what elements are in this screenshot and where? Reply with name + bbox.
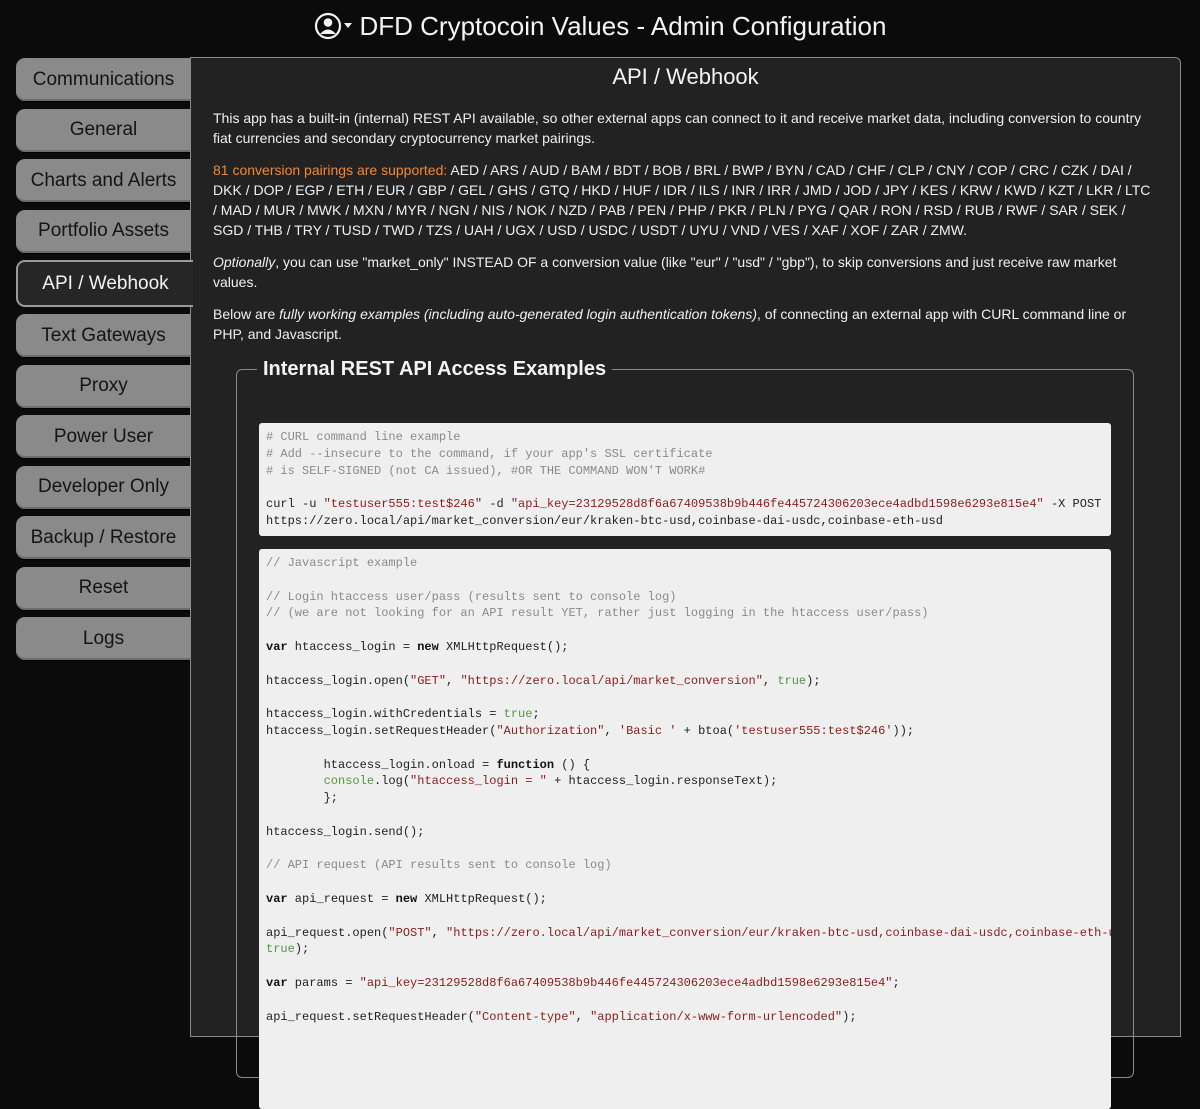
code-comment: // API request (API results sent to cons… bbox=[266, 858, 612, 873]
code-text: , bbox=[762, 673, 778, 688]
code-text: , bbox=[575, 1009, 591, 1024]
code-text: + htaccess_login.responseText); bbox=[546, 774, 778, 789]
code-text: , bbox=[446, 673, 461, 688]
sidebar-item-reset[interactable]: Reset bbox=[16, 566, 191, 610]
code-text: api_request.open( bbox=[266, 925, 389, 940]
sidebar-item-charts-and-alerts[interactable]: Charts and Alerts bbox=[16, 159, 191, 202]
code-builtin: console bbox=[323, 774, 375, 789]
code-text: htaccess_login.setRequestHeader( bbox=[266, 723, 497, 738]
code-string: "htaccess_login = " bbox=[410, 774, 547, 789]
code-string: "https://zero.local/api/market_conversio… bbox=[460, 673, 763, 688]
app-title: DFD Cryptocoin Values - Admin Configurat… bbox=[359, 10, 887, 41]
code-keyword: new bbox=[395, 891, 418, 906]
code-text: }; bbox=[266, 791, 339, 806]
code-text: , bbox=[604, 723, 619, 738]
api-examples-legend: Internal REST API Access Examples bbox=[263, 358, 607, 380]
code-text: api_request = bbox=[287, 891, 396, 906]
sidebar-item-backup-restore[interactable]: Backup / Restore bbox=[16, 516, 191, 559]
sidebar-item-communications[interactable]: Communications bbox=[16, 58, 191, 101]
optional-text: Optionally, you can use "market_only" IN… bbox=[213, 252, 1158, 292]
code-string: "application/x-www-form-urlencoded" bbox=[590, 1009, 843, 1024]
optional-rest: , you can use "market_only" INSTEAD OF a… bbox=[213, 254, 1117, 290]
code-text: ); bbox=[806, 673, 821, 688]
code-comment: // (we are not looking for an API result… bbox=[266, 606, 929, 621]
code-text: htaccess_login.open( bbox=[266, 673, 411, 688]
code-comment: # CURL command line example bbox=[266, 430, 461, 444]
code-text: htaccess_login = bbox=[287, 639, 418, 654]
examples-intro-emphasis: fully working examples (including auto-g… bbox=[279, 306, 757, 322]
javascript-code-block[interactable]: // Javascript example // Login htaccess … bbox=[259, 549, 1111, 1109]
code-string: 'testuser555:test$246' bbox=[734, 723, 893, 738]
code-text: ); bbox=[294, 942, 310, 957]
code-string: "Content-type" bbox=[474, 1009, 576, 1024]
code-text: params = bbox=[287, 975, 360, 990]
pairings-label: 81 conversion pairings are supported: bbox=[213, 162, 448, 178]
intro-text: This app has a built-in (internal) REST … bbox=[213, 110, 1142, 146]
sidebar-item-portfolio-assets[interactable]: Portfolio Assets bbox=[16, 209, 191, 253]
code-text: XMLHttpRequest(); bbox=[438, 639, 569, 654]
code-text: ; bbox=[892, 975, 900, 990]
examples-intro-a: Below are bbox=[213, 306, 280, 322]
code-string: "Authorization" bbox=[496, 723, 605, 738]
curl-code-block[interactable]: # CURL command line example # Add --inse… bbox=[259, 423, 1111, 536]
code-text: () { bbox=[554, 757, 591, 772]
code-text: https://zero.local/api/market_conversion… bbox=[266, 513, 943, 528]
code-text: api_request.setRequestHeader( bbox=[266, 1009, 475, 1024]
code-string: "testuser555:test$246" bbox=[323, 497, 483, 512]
examples-intro: Below are fully working examples (includ… bbox=[213, 304, 1158, 344]
code-string: "GET" bbox=[410, 673, 447, 688]
api-examples-fieldset: Internal REST API Access Examples # CURL… bbox=[236, 358, 1134, 1109]
sidebar-item-proxy[interactable]: Proxy bbox=[16, 364, 191, 408]
app-header: DFD Cryptocoin Values - Admin Configurat… bbox=[0, 0, 1200, 52]
optional-emphasis: Optionally bbox=[213, 254, 276, 270]
code-boolean: true bbox=[503, 707, 533, 722]
code-text: -X POST bbox=[1043, 497, 1102, 512]
sidebar-item-developer-only[interactable]: Developer Only bbox=[16, 465, 191, 509]
code-keyword: new bbox=[417, 639, 439, 654]
sidebar-item-general[interactable]: General bbox=[16, 108, 191, 152]
code-keyword: var bbox=[266, 891, 288, 906]
code-text: ); bbox=[842, 1009, 857, 1024]
code-keyword: var bbox=[266, 975, 288, 990]
page-title: API / Webhook bbox=[612, 64, 759, 89]
code-text: -d bbox=[482, 497, 511, 512]
code-boolean: true bbox=[266, 942, 295, 957]
code-string: 'Basic ' bbox=[618, 723, 677, 738]
code-text: + btoa( bbox=[676, 723, 735, 738]
code-keyword: var bbox=[266, 639, 288, 654]
code-text: ; bbox=[532, 707, 540, 722]
sidebar-item-api-webhook[interactable]: API / Webhook bbox=[16, 260, 193, 307]
code-text: XMLHttpRequest(); bbox=[417, 891, 547, 906]
sidebar-nav: Communications General Charts and Alerts… bbox=[16, 58, 193, 668]
code-text: htaccess_login.onload = bbox=[266, 757, 497, 772]
user-circle-icon[interactable] bbox=[314, 11, 354, 41]
code-text: htaccess_login.withCredentials = bbox=[266, 707, 504, 722]
code-comment: # is SELF-SIGNED (not CA issued), #OR TH… bbox=[266, 463, 706, 478]
sidebar-item-text-gateways[interactable]: Text Gateways bbox=[16, 314, 191, 357]
pairings-text: 81 conversion pairings are supported: AE… bbox=[213, 160, 1158, 240]
main-panel: API / Webhook This app has a built-in (i… bbox=[190, 57, 1181, 1109]
code-string: "api_key=23129528d8f6a67409538b9b446fe44… bbox=[359, 975, 893, 990]
code-text: .log( bbox=[374, 774, 411, 789]
code-boolean: true bbox=[777, 673, 807, 688]
code-string: "https://zero.local/api/market_conversio… bbox=[446, 925, 1111, 940]
sidebar-item-logs[interactable]: Logs bbox=[16, 617, 191, 660]
code-text: , bbox=[431, 925, 447, 940]
code-comment: // Javascript example bbox=[266, 556, 418, 570]
code-text: curl -u bbox=[266, 497, 324, 512]
code-comment: # Add --insecure to the command, if your… bbox=[266, 446, 713, 461]
code-text: htaccess_login.send(); bbox=[266, 824, 425, 839]
code-string: "api_key=23129528d8f6a67409538b9b446fe44… bbox=[510, 497, 1044, 512]
code-comment: // Login htaccess user/pass (results sen… bbox=[266, 589, 677, 604]
sidebar-item-power-user[interactable]: Power User bbox=[16, 415, 191, 458]
code-string: "POST" bbox=[388, 925, 432, 940]
code-keyword: function bbox=[496, 757, 555, 772]
code-text: )); bbox=[892, 723, 915, 738]
